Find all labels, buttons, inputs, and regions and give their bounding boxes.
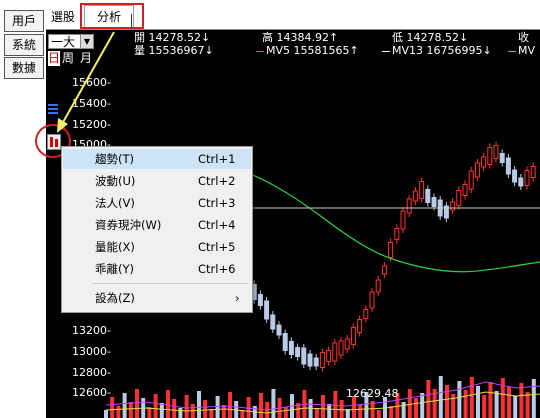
menu-separator [92, 283, 248, 284]
menu-item-trend[interactable]: 趨勢(T) Ctrl+1 [63, 149, 251, 169]
menu-item-deviation[interactable]: 乖離(Y) Ctrl+6 [63, 259, 251, 279]
menu-item-volume[interactable]: 量能(X) Ctrl+5 [63, 237, 251, 257]
menu-item-institutional[interactable]: 法人(V) Ctrl+3 [63, 193, 251, 213]
analysis-context-menu: 趨勢(T) Ctrl+1 波動(U) Ctrl+2 法人(V) Ctrl+3 資券現沖… [61, 146, 253, 313]
menu-item-margin[interactable]: 資券現沖(W) Ctrl+4 [63, 215, 251, 235]
menu-item-settings[interactable]: 設為(Z) › [63, 288, 251, 308]
menu-item-volatility[interactable]: 波動(U) Ctrl+2 [63, 171, 251, 191]
chevron-right-icon: › [235, 291, 240, 305]
